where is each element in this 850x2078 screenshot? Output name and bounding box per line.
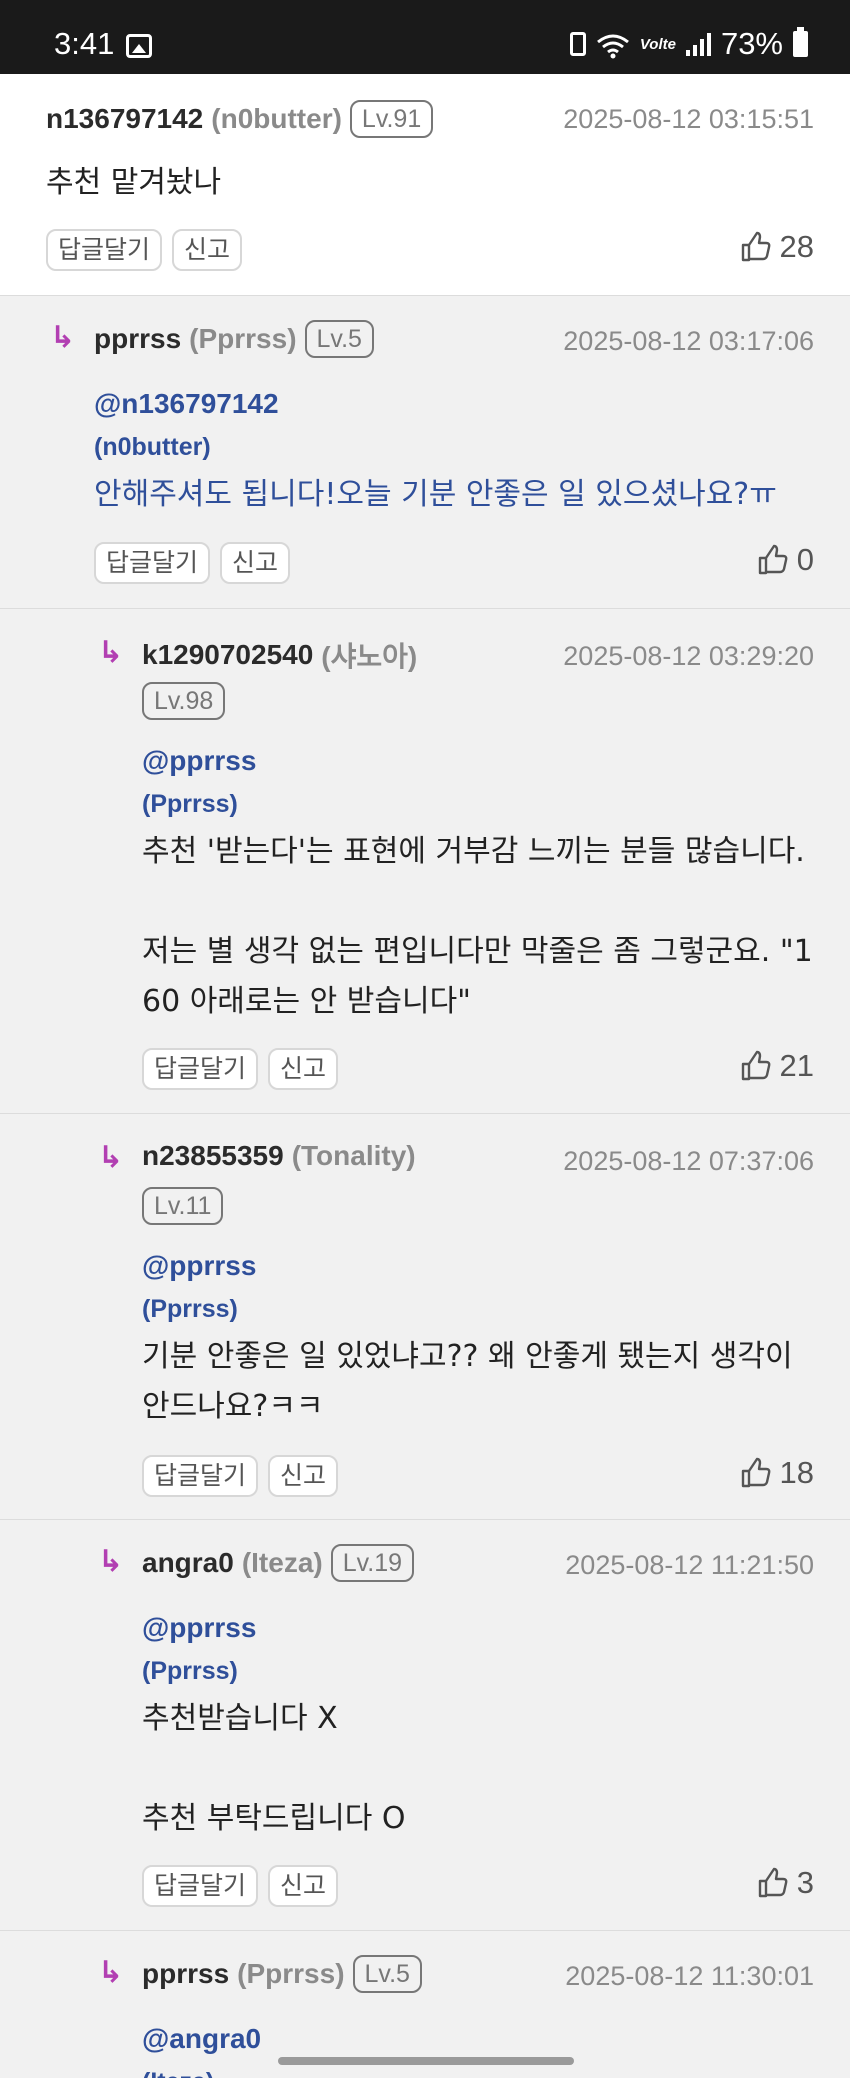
comment-header: k1290702540 (샤노아) <box>142 635 417 675</box>
signal-icon <box>685 32 711 56</box>
comment-actions: 답글달기 신고 <box>46 229 243 271</box>
reply-arrow-icon: ↳ <box>98 1140 124 1175</box>
like-button[interactable]: 3 <box>757 1865 814 1901</box>
comment-actions: 답글달기 신고 <box>142 1048 339 1090</box>
thumbs-up-icon <box>741 1050 770 1081</box>
mention-nick: (Pprrss) <box>142 1295 238 1323</box>
comment-header: pprrss (Pprrss) Lv.5 <box>94 320 374 358</box>
comment-author-id[interactable]: pprrss <box>142 1958 229 1990</box>
battery-saver-icon <box>569 32 586 56</box>
like-button[interactable]: 18 <box>740 1455 814 1491</box>
comment-author-nick[interactable]: (n0butter) <box>211 103 342 135</box>
report-button[interactable]: 신고 <box>268 1865 339 1907</box>
mention-link[interactable]: @pprrss <box>142 745 256 777</box>
mention-link[interactable]: @angra0 <box>142 2023 261 2055</box>
comment-date: 2025-08-12 03:29:20 <box>563 641 814 671</box>
comment-actions: 답글달기 신고 <box>142 1455 339 1497</box>
comment-date: 2025-08-12 07:37:06 <box>563 1146 814 1176</box>
comment-author-nick[interactable]: (Pprrss) <box>189 323 296 355</box>
comment-date: 2025-08-12 11:30:01 <box>565 1961 814 1991</box>
like-count: 21 <box>779 1048 814 1083</box>
comment-text: 추천 '받는다'는 표현에 거부감 느끼는 분들 많습니다. 저는 별 생각 없… <box>142 834 813 1019</box>
comment-text: 기분 안좋은 일 있었냐고?? 왜 안좋게 됐는지 생각이 안드나요?ㅋㅋ <box>142 1339 793 1424</box>
mention-nick: (Pprrss) <box>142 790 238 818</box>
like-button[interactable]: 28 <box>740 229 814 265</box>
like-button[interactable]: 0 <box>757 542 814 578</box>
volte-indicator: Volte <box>639 35 676 53</box>
like-button[interactable]: 21 <box>740 1048 814 1084</box>
comment-author-nick[interactable]: (샤노아) <box>321 635 417 675</box>
like-count: 28 <box>779 229 814 264</box>
comment-header: n136797142 (n0butter) Lv.91 <box>46 100 434 138</box>
comment: n136797142 (n0butter) Lv.91 2025-08-12 0… <box>0 74 850 296</box>
reply-button[interactable]: 답글달기 <box>94 542 211 584</box>
mention-nick: (n0butter) <box>94 433 211 461</box>
mention-link[interactable]: @pprrss <box>142 1250 256 1282</box>
battery-icon <box>793 27 808 57</box>
comment-reply: ↳ pprrss (Pprrss) Lv.5 2025-08-12 11:30:… <box>0 1931 850 2078</box>
comment-header: angra0 (Iteza) Lv.19 <box>142 1544 415 1582</box>
mention-nick: (Pprrss) <box>142 1657 238 1685</box>
comment-text: 추천받습니다 X 추천 부탁드립니다 O <box>142 1701 406 1836</box>
comment-header: n23855359 (Tonality) <box>142 1140 416 1172</box>
comment-author-nick[interactable]: (Iteza) <box>242 1547 323 1579</box>
mention-link[interactable]: @n136797142 <box>94 388 279 420</box>
gallery-notification-icon <box>126 34 152 58</box>
comment-reply: ↳ k1290702540 (샤노아) 2025-08-12 03:29:20 … <box>0 609 850 1114</box>
reply-arrow-icon: ↳ <box>98 1544 124 1579</box>
comment-actions: 답글달기 신고 <box>94 542 291 584</box>
reply-arrow-icon: ↳ <box>98 1955 124 1990</box>
reply-button[interactable]: 답글달기 <box>142 1865 259 1907</box>
level-badge: Lv.5 <box>352 1955 422 1993</box>
comment-header: pprrss (Pprrss) Lv.5 <box>142 1955 422 1993</box>
like-count: 0 <box>796 542 814 577</box>
comment-author-id[interactable]: k1290702540 <box>142 639 313 671</box>
report-button[interactable]: 신고 <box>172 229 243 271</box>
thumbs-up-icon <box>758 544 788 575</box>
reply-button[interactable]: 답글달기 <box>142 1048 259 1090</box>
reply-arrow-icon: ↳ <box>98 635 124 670</box>
like-count: 18 <box>779 1455 814 1490</box>
comment-reply: ↳ angra0 (Iteza) Lv.19 2025-08-12 11:21:… <box>0 1520 850 1931</box>
mention-nick: (Iteza) <box>142 2068 214 2078</box>
thumbs-up-icon <box>741 231 770 262</box>
comment-date: 2025-08-12 03:17:06 <box>563 326 814 356</box>
comment-author-nick[interactable]: (Pprrss) <box>237 1958 344 1990</box>
level-badge: Lv.91 <box>349 100 434 138</box>
comment-author-id[interactable]: n23855359 <box>142 1140 284 1172</box>
home-indicator[interactable] <box>278 2057 574 2065</box>
comment-author-nick[interactable]: (Tonality) <box>292 1140 416 1172</box>
status-right: Volte 73% <box>569 26 808 62</box>
status-bar: 3:41 Volte 73% <box>0 0 850 74</box>
level-badge: Lv.98 <box>142 682 226 720</box>
thumbs-up-icon <box>741 1457 770 1488</box>
comment-reply: ↳ pprrss (Pprrss) Lv.5 2025-08-12 03:17:… <box>0 296 850 609</box>
comment-text: 추천 맡겨놨나 <box>46 165 222 200</box>
reply-arrow-icon: ↳ <box>50 320 76 355</box>
mention-link[interactable]: @pprrss <box>142 1612 256 1644</box>
comment-author-id[interactable]: n136797142 <box>46 103 203 135</box>
level-badge: Lv.5 <box>304 320 374 358</box>
comment-date: 2025-08-12 03:15:51 <box>563 104 814 134</box>
reply-button[interactable]: 답글달기 <box>46 229 163 271</box>
comment-text: 안해주셔도 됩니다!오늘 기분 안좋은 일 있으셨나요?ㅠ <box>94 477 777 512</box>
level-badge: Lv.11 <box>142 1187 224 1225</box>
thumbs-up-icon <box>758 1867 788 1898</box>
comment-date: 2025-08-12 11:21:50 <box>565 1550 814 1580</box>
wifi-icon <box>596 31 630 59</box>
status-time: 3:41 <box>54 26 115 61</box>
battery-percent: 73% <box>720 26 783 61</box>
comment-author-id[interactable]: angra0 <box>142 1547 234 1579</box>
report-button[interactable]: 신고 <box>268 1455 339 1497</box>
reply-button[interactable]: 답글달기 <box>142 1455 259 1497</box>
report-button[interactable]: 신고 <box>220 542 291 584</box>
comment-author-id[interactable]: pprrss <box>94 323 181 355</box>
comment-actions: 답글달기 신고 <box>142 1865 339 1907</box>
comment-reply: ↳ n23855359 (Tonality) 2025-08-12 07:37:… <box>0 1114 850 1520</box>
like-count: 3 <box>796 1865 814 1900</box>
report-button[interactable]: 신고 <box>268 1048 339 1090</box>
level-badge: Lv.19 <box>330 1544 415 1582</box>
